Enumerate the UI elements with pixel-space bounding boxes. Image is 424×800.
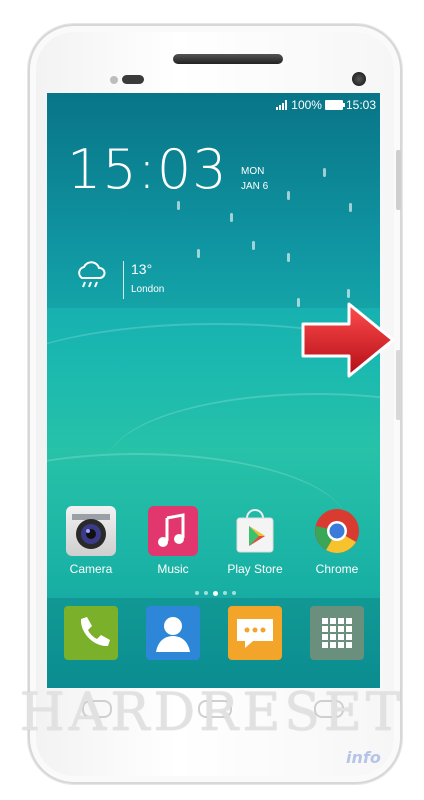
rain-drop — [323, 168, 326, 177]
cloud-rain-icon[interactable] — [74, 258, 108, 292]
clock-date: JAN 6 — [241, 181, 269, 192]
app-chrome[interactable]: Chrome — [307, 506, 367, 576]
clock-widget-time[interactable]: 15:03 — [67, 143, 228, 197]
app-drawer-icon — [322, 618, 352, 648]
power-button[interactable] — [396, 150, 401, 210]
rain-drop — [252, 241, 255, 250]
rain-drop — [197, 249, 200, 258]
rain-drop — [287, 191, 290, 200]
rain-drop — [347, 289, 350, 298]
page-dot — [195, 591, 199, 595]
rain-drop — [287, 253, 290, 262]
status-time: 15:03 — [345, 98, 376, 112]
page-dot — [223, 591, 227, 595]
camera-icon — [66, 506, 116, 556]
watermark: HARDRESET — [19, 683, 405, 743]
rain-drop — [230, 213, 233, 222]
rain-drop — [297, 298, 300, 307]
dock-messages[interactable] — [228, 606, 282, 660]
app-camera[interactable]: Camera — [61, 506, 121, 576]
battery-percent: 100% — [291, 98, 322, 112]
app-play-store[interactable]: Play Store — [225, 506, 285, 576]
weather-temperature: 13° — [131, 261, 153, 277]
phone-icon — [80, 617, 110, 647]
red-arrow-icon — [301, 302, 395, 378]
dock-contacts[interactable] — [146, 606, 200, 660]
rain-drop — [349, 203, 352, 212]
app-label-music: Music — [157, 562, 189, 576]
weather-city: London — [131, 284, 165, 295]
watermark-sub: info — [346, 748, 381, 767]
music-icon — [148, 506, 198, 556]
chrome-icon — [312, 506, 362, 556]
light-sensor — [122, 75, 144, 84]
clock-widget-date: MON JAN 6 — [241, 164, 268, 194]
messages-icon — [237, 619, 273, 648]
front-camera-icon — [352, 72, 366, 86]
battery-icon — [324, 100, 345, 110]
proximity-sensor — [110, 76, 118, 84]
contacts-icon — [156, 617, 190, 652]
home-screen: 100% 15:03 15:03 MON JAN 6 13° London Ca… — [47, 93, 380, 688]
app-label-play-store: Play Store — [227, 562, 283, 576]
app-label-chrome: Chrome — [315, 562, 359, 576]
app-music[interactable]: Music — [143, 506, 203, 576]
app-label-camera: Camera — [69, 562, 113, 576]
signal-icon — [276, 100, 288, 110]
weather-divider — [123, 261, 124, 299]
page-dot — [204, 591, 208, 595]
page-dot-active — [213, 590, 218, 596]
dock-phone[interactable] — [64, 606, 118, 660]
page-dot — [232, 591, 236, 595]
volume-button[interactable] — [396, 350, 401, 420]
page-indicator[interactable] — [195, 590, 236, 596]
rain-drop — [177, 201, 180, 210]
earpiece — [173, 54, 283, 64]
play-store-icon — [230, 506, 280, 556]
status-bar: 100% 15:03 — [276, 97, 376, 113]
dock-app-drawer[interactable] — [310, 606, 364, 660]
clock-day: MON — [241, 166, 265, 177]
